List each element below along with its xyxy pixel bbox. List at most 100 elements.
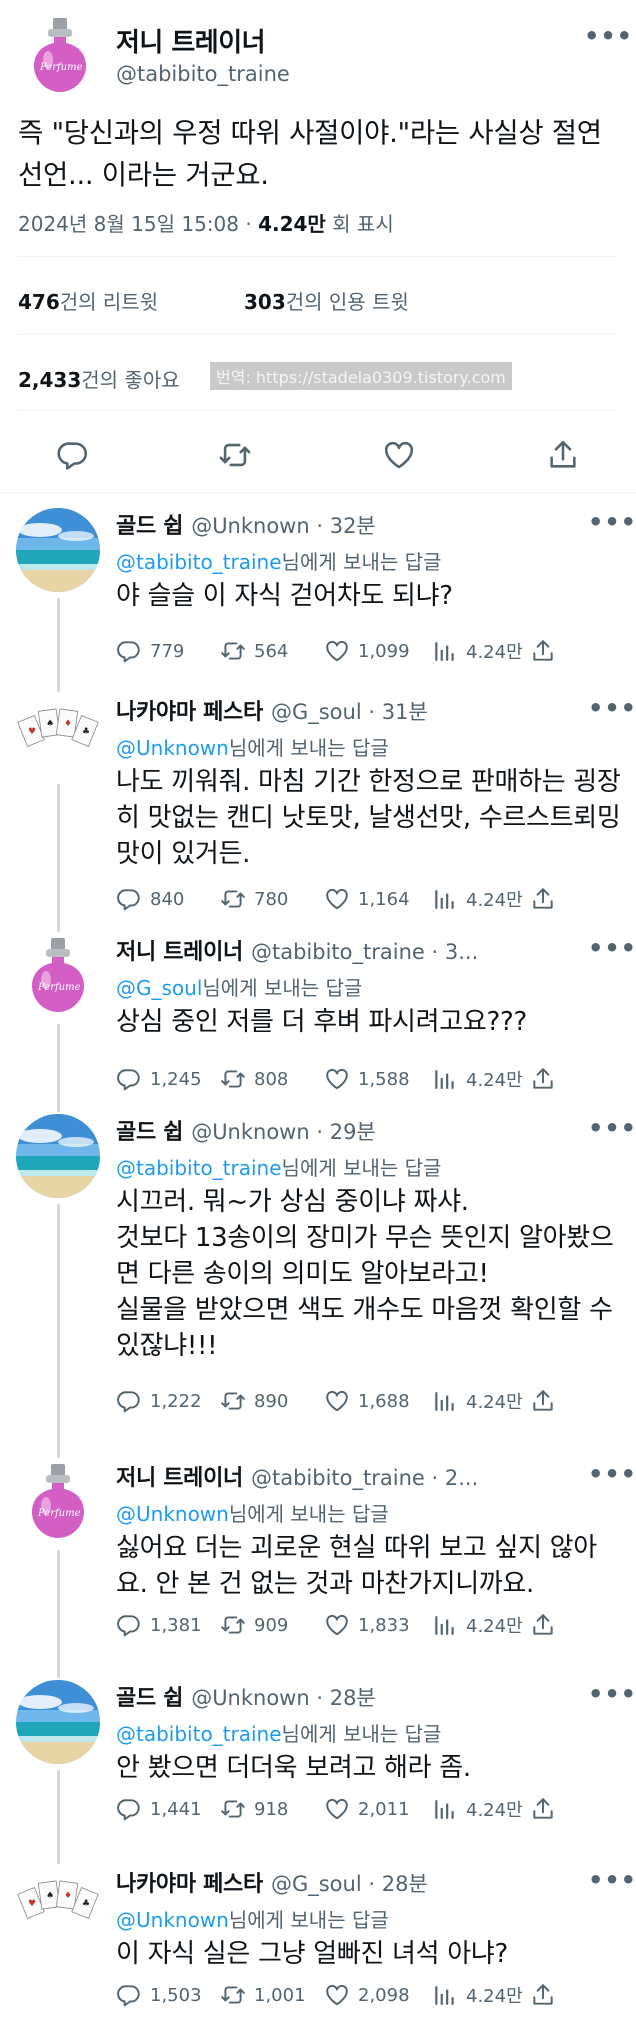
- views-button[interactable]: 4.24만: [432, 1066, 523, 1092]
- like-icon[interactable]: [382, 438, 416, 472]
- views-button[interactable]: 4.24만: [432, 1796, 523, 1822]
- like-button[interactable]: 1,833: [324, 1612, 410, 1638]
- reply-tweet[interactable]: 나카야마 페스타 @G_soul · 31분 ••• @Unknown님에게 보내…: [0, 680, 636, 920]
- views-button[interactable]: 4.24만: [432, 1612, 523, 1638]
- retweet-count-link[interactable]: 476건의 리트윗: [18, 286, 158, 315]
- like-button[interactable]: 1,688: [324, 1388, 410, 1414]
- more-icon[interactable]: •••: [588, 1460, 636, 1488]
- tweet-timestamp[interactable]: 2024년 8월 15일 15:08: [18, 212, 239, 236]
- reply-button[interactable]: 1,381: [116, 1612, 202, 1638]
- beach-avatar-icon[interactable]: [16, 1680, 100, 1764]
- mention-link[interactable]: @G_soul: [116, 976, 202, 1000]
- reply-button[interactable]: 1,245: [116, 1066, 202, 1092]
- retweet-button[interactable]: 780: [220, 886, 288, 912]
- mention-link[interactable]: @Unknown: [116, 1502, 229, 1526]
- reply-time[interactable]: 31분: [382, 700, 428, 724]
- more-icon[interactable]: •••: [588, 508, 636, 536]
- share-button[interactable]: [530, 886, 556, 912]
- like-button[interactable]: 1,588: [324, 1066, 410, 1092]
- like-button[interactable]: 1,099: [324, 638, 410, 664]
- avatar[interactable]: Perfume: [16, 1460, 100, 1544]
- reply-time[interactable]: 29분: [330, 1120, 376, 1144]
- cards-avatar-icon[interactable]: [16, 1866, 100, 1950]
- reply-author-handle[interactable]: @Unknown: [191, 1686, 309, 1710]
- avatar[interactable]: Perfume: [16, 934, 100, 1018]
- reply-tweet[interactable]: 골드 쉽 @Unknown · 29분 ••• @tabibito_traine님…: [0, 1100, 636, 1446]
- mention-link[interactable]: @Unknown: [116, 1908, 229, 1932]
- share-button[interactable]: [530, 1982, 556, 2008]
- reply-author-name[interactable]: 나카야마 페스타: [116, 1872, 263, 1897]
- more-icon[interactable]: •••: [588, 694, 636, 722]
- like-button[interactable]: 1,164: [324, 886, 410, 912]
- mention-link[interactable]: @tabibito_traine: [116, 1722, 282, 1746]
- reply-author-name[interactable]: 저니 트레이너: [116, 940, 243, 965]
- reply-tweet[interactable]: 나카야마 페스타 @G_soul · 28분 ••• @Unknown님에게 보내…: [0, 1852, 636, 2022]
- mention-link[interactable]: @Unknown: [116, 736, 229, 760]
- share-button[interactable]: [530, 1066, 556, 1092]
- reply-tweet[interactable]: 골드 쉽 @Unknown · 28분 ••• @tabibito_traine님…: [0, 1666, 636, 1852]
- like-button[interactable]: 2,098: [324, 1982, 410, 2008]
- views-button[interactable]: 4.24만: [432, 1388, 523, 1414]
- share-button[interactable]: [530, 1796, 556, 1822]
- mention-link[interactable]: @tabibito_traine: [116, 550, 282, 574]
- more-icon[interactable]: •••: [584, 22, 633, 50]
- like-icon: [324, 638, 350, 664]
- more-icon[interactable]: •••: [588, 934, 636, 962]
- reply-button[interactable]: 779: [116, 638, 184, 664]
- share-button[interactable]: [530, 1612, 556, 1638]
- more-icon[interactable]: •••: [588, 1114, 636, 1142]
- retweet-button[interactable]: 918: [220, 1796, 288, 1822]
- reply-button[interactable]: 1,441: [116, 1796, 202, 1822]
- beach-avatar-icon[interactable]: [16, 1114, 100, 1198]
- reply-author-handle[interactable]: @G_soul: [271, 1872, 362, 1896]
- retweet-icon[interactable]: [218, 438, 252, 472]
- share-button[interactable]: [530, 1388, 556, 1414]
- reply-tweet[interactable]: Perfume 저니 트레이너 @tabibito_traine · 2... •…: [0, 1446, 636, 1666]
- thread-line: [57, 1204, 60, 1446]
- reply-time[interactable]: 32분: [330, 514, 376, 538]
- reply-text: 상심 중인 저를 더 후벼 파시려고요???: [116, 1007, 528, 1037]
- reply-icon[interactable]: [56, 438, 90, 472]
- reply-button[interactable]: 840: [116, 886, 184, 912]
- reply-author-name[interactable]: 나카야마 페스타: [116, 700, 263, 725]
- reply-author-name[interactable]: 골드 쉽: [116, 1686, 183, 1711]
- reply-tweet[interactable]: Perfume 저니 트레이너 @tabibito_traine · 3... •…: [0, 920, 636, 1100]
- views-button[interactable]: 4.24만: [432, 1982, 523, 2008]
- author-handle[interactable]: @tabibito_traine: [116, 62, 290, 86]
- reply-author-name[interactable]: 골드 쉽: [116, 1120, 183, 1145]
- author-name[interactable]: 저니 트레이너: [116, 22, 266, 59]
- reply-time[interactable]: 3...: [445, 940, 478, 964]
- retweet-button[interactable]: 909: [220, 1612, 288, 1638]
- avatar[interactable]: Perfume: [18, 14, 102, 98]
- reply-author-handle[interactable]: @G_soul: [271, 700, 362, 724]
- views-button[interactable]: 4.24만: [432, 638, 523, 664]
- retweet-button[interactable]: 808: [220, 1066, 288, 1092]
- reply-button[interactable]: 1,222: [116, 1388, 202, 1414]
- reply-time[interactable]: 28분: [382, 1872, 428, 1896]
- retweet-button[interactable]: 564: [220, 638, 288, 664]
- views-button[interactable]: 4.24만: [432, 886, 523, 912]
- retweet-button[interactable]: 1,001: [220, 1982, 306, 2008]
- like-stats[interactable]: 2,433건의 좋아요: [18, 364, 198, 394]
- reply-author-name[interactable]: 저니 트레이너: [116, 1466, 243, 1491]
- reply-author-handle[interactable]: @Unknown: [191, 1120, 309, 1144]
- like-button[interactable]: 2,011: [324, 1796, 410, 1822]
- quote-count-link[interactable]: 303건의 인용 트윗: [244, 286, 409, 315]
- share-icon[interactable]: [546, 438, 580, 472]
- reply-button[interactable]: 1,503: [116, 1982, 202, 2008]
- perfume-avatar-icon: [16, 1460, 100, 1544]
- reply-time[interactable]: 28분: [330, 1686, 376, 1710]
- more-icon[interactable]: •••: [588, 1680, 636, 1708]
- mention-link[interactable]: @tabibito_traine: [116, 1156, 282, 1180]
- more-icon[interactable]: •••: [588, 1866, 636, 1894]
- reply-author-handle[interactable]: @Unknown: [191, 514, 309, 538]
- share-button[interactable]: [530, 638, 556, 664]
- reply-author-handle[interactable]: @tabibito_traine: [251, 1466, 425, 1490]
- retweet-button[interactable]: 890: [220, 1388, 288, 1414]
- reply-author-name[interactable]: 골드 쉽: [116, 514, 183, 539]
- reply-time[interactable]: 2...: [445, 1466, 478, 1490]
- reply-tweet[interactable]: 골드 쉽 @Unknown · 32분 ••• @tabibito_traine님…: [0, 494, 636, 680]
- beach-avatar-icon[interactable]: [16, 508, 100, 592]
- cards-avatar-icon[interactable]: [16, 694, 100, 778]
- reply-author-handle[interactable]: @tabibito_traine: [251, 940, 425, 964]
